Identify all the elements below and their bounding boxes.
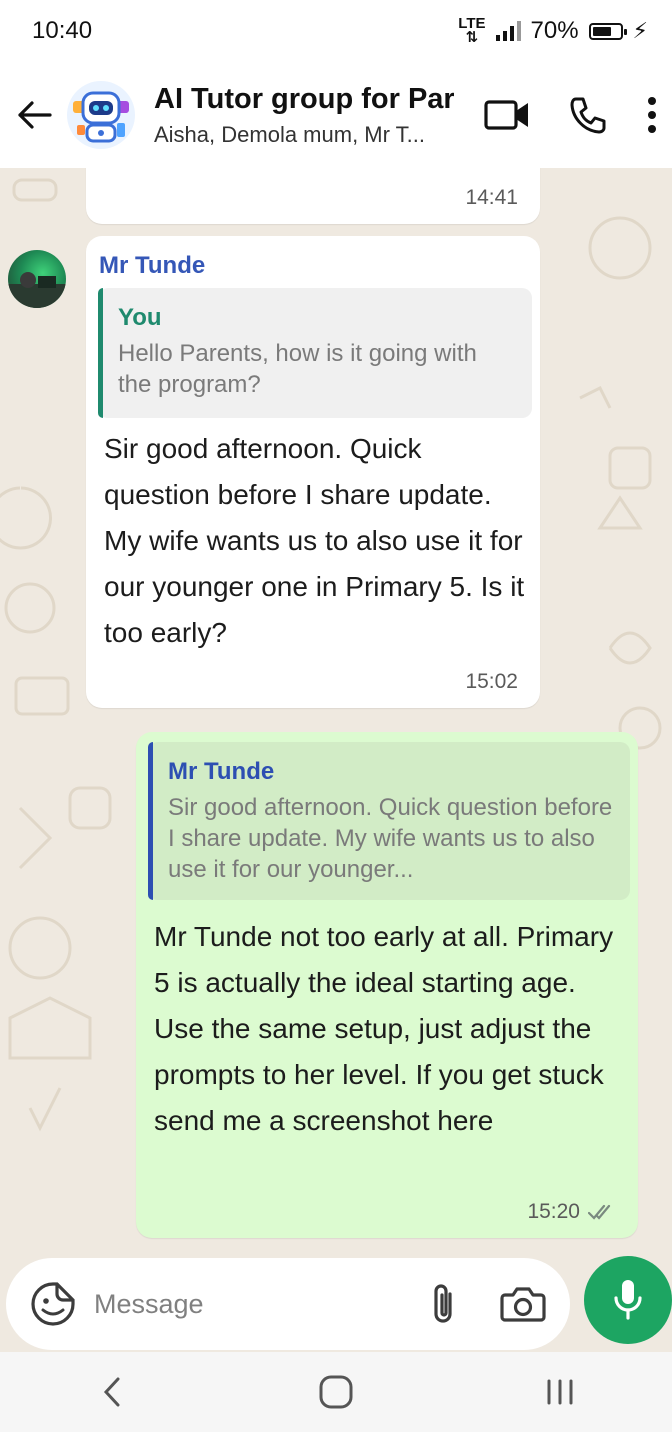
chat-header: AI Tutor group for Par Aisha, Demola mum… — [0, 62, 672, 168]
chat-messages[interactable]: 14:41 Mr Tunde You Hello Parents, how is… — [0, 168, 672, 1248]
message-text: Sir good afternoon. Quick question befor… — [104, 433, 525, 648]
quoted-author: Mr Tunde — [168, 758, 275, 785]
robot-icon — [67, 81, 135, 149]
status-bar: 10:40 LTE ⇅ 70% ⚡ — [0, 0, 672, 62]
video-call-button[interactable] — [484, 98, 530, 132]
avatar-photo — [8, 272, 66, 308]
camera-icon — [500, 1287, 546, 1322]
message-meta: 15:20 — [527, 1200, 616, 1224]
video-camera-icon — [484, 100, 528, 130]
quoted-author: You — [118, 304, 162, 331]
paperclip-icon — [434, 1284, 452, 1323]
charging-icon: ⚡ — [632, 18, 648, 43]
message-input[interactable]: Message — [94, 1289, 416, 1320]
back-button[interactable] — [4, 85, 64, 145]
nav-home-button[interactable] — [296, 1362, 376, 1422]
battery-icon — [588, 22, 627, 40]
lte-icon: LTE ⇅ — [458, 15, 486, 46]
signal-icon — [495, 21, 521, 41]
phone-icon — [570, 97, 606, 134]
message-bubble-outgoing[interactable]: Mr Tunde Sir good afternoon. Quick quest… — [136, 732, 638, 1238]
back-arrow-icon — [18, 101, 52, 129]
system-nav-bar — [0, 1352, 672, 1432]
group-avatar[interactable] — [64, 78, 138, 152]
status-time: 10:40 — [32, 17, 93, 44]
more-options-button[interactable] — [646, 95, 658, 135]
nav-back-icon — [103, 1377, 120, 1407]
message-time: 15:02 — [465, 670, 518, 693]
message-time: 15:20 — [527, 1200, 580, 1223]
chat-participants: Aisha, Demola mum, Mr T... — [154, 121, 425, 147]
chat-title: AI Tutor group for Par — [154, 82, 454, 115]
message-sender: Mr Tunde — [99, 252, 206, 279]
battery-percent: 70% — [530, 17, 579, 44]
sticker-icon — [31, 1282, 75, 1326]
camera-button[interactable] — [496, 1277, 550, 1331]
message-bubble[interactable]: 14:41 — [86, 168, 540, 224]
nav-back-button[interactable] — [72, 1362, 152, 1422]
message-time: 14:41 — [465, 186, 518, 209]
nav-home-icon — [319, 1375, 353, 1409]
microphone-icon — [614, 1280, 642, 1320]
quoted-text: Sir good afternoon. Quick question befor… — [168, 794, 613, 883]
sender-avatar[interactable] — [8, 250, 66, 308]
voice-call-button[interactable] — [568, 95, 608, 135]
voice-message-button[interactable] — [584, 1256, 672, 1344]
sticker-button[interactable] — [26, 1277, 80, 1331]
status-icons: LTE ⇅ 70% ⚡ — [458, 15, 648, 46]
double-check-icon — [588, 1204, 611, 1220]
nav-recents-icon — [547, 1379, 573, 1405]
message-composer: Message — [6, 1258, 570, 1350]
chat-info[interactable]: AI Tutor group for Par Aisha, Demola mum… — [154, 83, 454, 148]
quoted-text: Hello Parents, how is it going with the … — [118, 340, 477, 398]
message-text: Mr Tunde not too early at all. Primary 5… — [154, 921, 614, 1136]
quoted-message[interactable]: Mr Tunde Sir good afternoon. Quick quest… — [148, 742, 630, 900]
quoted-message[interactable]: You Hello Parents, how is it going with … — [98, 288, 532, 418]
more-vertical-icon — [648, 97, 656, 133]
nav-recents-button[interactable] — [520, 1362, 600, 1422]
attach-button[interactable] — [416, 1277, 470, 1331]
message-bubble-incoming[interactable]: Mr Tunde You Hello Parents, how is it go… — [86, 236, 540, 708]
